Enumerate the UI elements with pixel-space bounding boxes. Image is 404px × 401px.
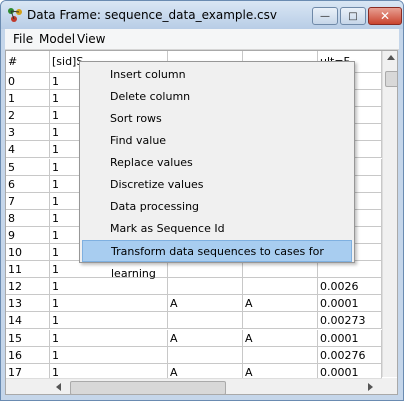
table-cell[interactable]: 0.0026 — [318, 278, 382, 296]
row-number: 14 — [6, 312, 50, 330]
app-network-icon — [8, 8, 22, 22]
maximize-button[interactable]: □ — [340, 7, 366, 25]
row-number: 3 — [6, 124, 50, 142]
row-number: 9 — [6, 226, 50, 244]
horizontal-scrollbar[interactable] — [6, 378, 382, 394]
menu-file[interactable]: File — [13, 32, 33, 46]
table-cell[interactable] — [243, 346, 318, 364]
window-title: Data Frame: sequence_data_example.csv — [27, 8, 277, 22]
menu-view[interactable]: View — [77, 32, 105, 46]
scrollbar-corner — [382, 378, 397, 394]
row-number: 1 — [6, 90, 50, 108]
row-number: 10 — [6, 244, 50, 261]
menu-model[interactable]: Model — [39, 32, 75, 46]
table-cell[interactable]: 0.0001 — [318, 295, 382, 313]
context-menu: Insert column Delete column Sort rows Find … — [79, 61, 355, 280]
table-cell[interactable] — [168, 261, 243, 279]
table-cell[interactable] — [168, 346, 243, 364]
table-cell[interactable] — [243, 312, 318, 330]
row-number: 4 — [6, 141, 50, 159]
table-cell[interactable]: 0.00273 — [318, 312, 382, 330]
row-number: 11 — [6, 261, 50, 279]
close-button[interactable]: ✕ — [368, 7, 402, 25]
row-number: 7 — [6, 192, 50, 210]
context-menu-item[interactable]: Sort rows — [82, 108, 352, 130]
close-icon: ✕ — [379, 9, 391, 23]
table-cell[interactable] — [168, 278, 243, 296]
table-cell[interactable]: A — [243, 295, 318, 313]
row-number: 5 — [6, 158, 50, 176]
context-menu-item[interactable]: Find value — [82, 130, 352, 152]
row-number: 12 — [6, 278, 50, 296]
table-cell[interactable]: 0.00276 — [318, 346, 382, 364]
table-cell[interactable]: 1 — [50, 329, 168, 347]
horizontal-scroll-thumb[interactable] — [70, 381, 226, 394]
row-number: 16 — [6, 346, 50, 364]
menu-bar: File Model View — [5, 29, 399, 50]
table-cell[interactable] — [168, 312, 243, 330]
context-menu-item[interactable]: Mark as Sequence Id — [82, 218, 352, 240]
table-cell[interactable]: 0.0001 — [318, 329, 382, 347]
row-number: 6 — [6, 175, 50, 193]
context-menu-item[interactable]: Data processing — [82, 196, 352, 218]
table-cell[interactable] — [318, 261, 382, 279]
context-menu-item[interactable]: Replace values — [82, 152, 352, 174]
table-cell[interactable]: 1 — [50, 346, 168, 364]
context-menu-item[interactable]: Transform data sequences to cases for le… — [82, 240, 352, 280]
row-number: 13 — [6, 295, 50, 313]
vertical-scroll-thumb[interactable] — [385, 71, 397, 87]
context-menu-item[interactable]: Insert column — [82, 64, 352, 86]
context-menu-item[interactable]: Discretize values — [82, 174, 352, 196]
column-header[interactable]: # — [6, 51, 50, 73]
table-cell[interactable]: 1 — [50, 312, 168, 330]
table-cell[interactable]: A — [168, 329, 243, 347]
table-cell[interactable]: 1 — [50, 295, 168, 313]
row-number: 8 — [6, 209, 50, 227]
table-cell[interactable]: A — [243, 329, 318, 347]
title-bar[interactable]: Data Frame: sequence_data_example.csv — … — [1, 1, 403, 29]
minimize-button[interactable]: — — [312, 7, 338, 25]
scroll-left-icon[interactable] — [56, 383, 61, 391]
table-cell[interactable] — [243, 278, 318, 296]
minimize-icon: — — [320, 10, 330, 22]
scroll-right-icon[interactable] — [368, 383, 373, 391]
row-number: 15 — [6, 329, 50, 347]
row-number: 2 — [6, 107, 50, 125]
context-menu-item[interactable]: Delete column — [82, 86, 352, 108]
table-cell[interactable] — [243, 261, 318, 279]
row-number: 0 — [6, 73, 50, 90]
data-frame-window: Data Frame: sequence_data_example.csv — … — [0, 0, 404, 401]
scroll-up-icon[interactable] — [387, 55, 395, 60]
maximize-icon: □ — [348, 10, 358, 22]
vertical-scrollbar[interactable] — [382, 51, 397, 377]
table-cell[interactable]: A — [168, 295, 243, 313]
